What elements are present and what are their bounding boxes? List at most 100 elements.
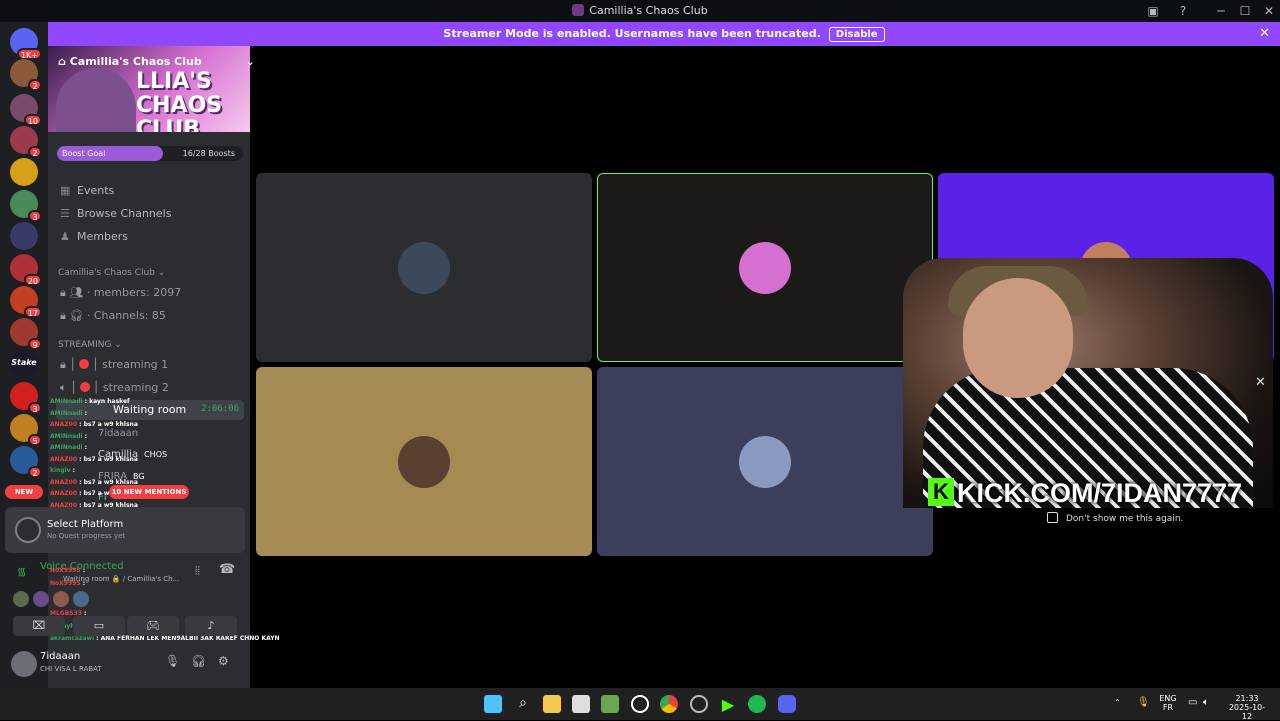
clock-time: 21:33 bbox=[1235, 694, 1259, 703]
server-icon[interactable]: 9 bbox=[10, 318, 42, 350]
user-panel: 7idaaan CHI VISA L RABAT 🎙︎ 🎧︎ ⚙ bbox=[5, 645, 245, 681]
minimize-button[interactable]: ─ bbox=[1213, 3, 1229, 19]
app-icon[interactable] bbox=[601, 695, 619, 713]
chevron-up-icon[interactable]: ⌃ bbox=[1114, 698, 1121, 707]
participant-avatar bbox=[739, 241, 791, 294]
channel-label: streaming 2 bbox=[102, 381, 169, 394]
server-icon[interactable]: Stake bbox=[10, 350, 38, 378]
close-icon[interactable]: ✕ bbox=[1255, 375, 1266, 390]
avatar[interactable] bbox=[53, 591, 69, 607]
disable-button[interactable]: Disable bbox=[828, 27, 885, 42]
live-dot-icon bbox=[78, 359, 89, 369]
channel-streaming-1[interactable]: 🔒︎ │ │ streaming 1 bbox=[60, 358, 168, 372]
maximize-button[interactable]: ☐ bbox=[1237, 3, 1253, 19]
help-icon[interactable]: ? bbox=[1175, 3, 1191, 19]
chat-line: akramcazawi : ANA FERHAN LEK MEN9ALBII 3… bbox=[50, 635, 280, 642]
server-icon[interactable]: 1K+ bbox=[10, 28, 42, 60]
chrome-icon[interactable] bbox=[660, 695, 678, 713]
chat-username: AMINnadi bbox=[50, 444, 83, 451]
server-icon[interactable] bbox=[10, 222, 38, 250]
inbox-icon[interactable]: ▣ bbox=[1145, 3, 1161, 19]
channel-streaming-2[interactable]: 🔈︎ │ │ streaming 2 bbox=[60, 381, 169, 395]
unread-badge: 17 bbox=[23, 306, 42, 318]
nav-members[interactable]: ♟ Members bbox=[60, 230, 128, 243]
activity-button[interactable]: 🎮︎ bbox=[127, 616, 179, 636]
voice-location[interactable]: Waiting room 🔒 / Camillia's Ch... bbox=[63, 575, 179, 583]
video-tile[interactable] bbox=[256, 367, 592, 556]
server-icon[interactable] bbox=[10, 158, 38, 186]
volume-icon[interactable]: 🔈︎ bbox=[1203, 697, 1209, 708]
clock[interactable]: 21:33 2025-10-12 bbox=[1224, 694, 1270, 721]
search-icon[interactable]: ⌕ bbox=[514, 695, 532, 713]
server-icon[interactable]: 5 bbox=[10, 414, 42, 446]
dont-show-checkbox[interactable]: Don't show me this again. bbox=[1047, 512, 1183, 524]
kick-app-icon[interactable]: ▶ bbox=[719, 695, 737, 714]
unread-badge: 2 bbox=[28, 466, 42, 478]
headphones-icon[interactable]: 🎧︎ bbox=[191, 654, 206, 668]
kick-overlay: K KICK.COM/7IDAN7777 bbox=[928, 478, 1268, 510]
channel-label: Channels: 85 bbox=[93, 309, 166, 322]
chat-line: kingiv : bbox=[50, 467, 75, 474]
nav-browse-channels[interactable]: ☰ Browse Channels bbox=[60, 207, 171, 220]
username[interactable]: 7idaaan bbox=[40, 651, 80, 662]
channel-members-count[interactable]: 🔒︎ 👥︎ · members: 2097 bbox=[60, 286, 181, 300]
video-tile[interactable] bbox=[597, 367, 933, 556]
chat-separator: : bbox=[70, 467, 76, 474]
server-icon[interactable]: 2 bbox=[10, 126, 42, 158]
window-title: Camillia's Chaos Club bbox=[0, 4, 1280, 17]
noise-suppression-icon[interactable]: ⦙⦙ bbox=[195, 564, 200, 578]
file-explorer-icon[interactable] bbox=[543, 695, 561, 713]
webcam-face bbox=[963, 278, 1073, 398]
server-icon[interactable]: 2 bbox=[10, 446, 42, 478]
server-icon[interactable]: 3 bbox=[10, 190, 42, 222]
chat-message: ANA FERHAN LEK MEN9ALBII 3AK RAREF CHNO … bbox=[100, 635, 280, 642]
server-icon[interactable]: 20 bbox=[10, 254, 42, 286]
channel-label: members: 2097 bbox=[93, 286, 182, 299]
microphone-icon[interactable]: 🎙︎ bbox=[1137, 697, 1150, 708]
obs-icon[interactable] bbox=[631, 695, 649, 713]
video-tile[interactable] bbox=[597, 173, 933, 362]
windows-start-icon[interactable] bbox=[484, 695, 502, 713]
language-indicator[interactable]: ENG FR bbox=[1156, 694, 1180, 712]
server-icon[interactable]: 2 bbox=[10, 59, 42, 91]
store-icon[interactable] bbox=[572, 695, 590, 713]
close-icon[interactable]: ✕ bbox=[1259, 26, 1270, 41]
guild-header[interactable]: ⌂ Camillia's Chaos Club ⌄ bbox=[58, 55, 255, 68]
close-window-button[interactable]: ✕ bbox=[1261, 3, 1277, 19]
unread-badge: 2 bbox=[28, 79, 42, 91]
avatar[interactable] bbox=[33, 591, 49, 607]
chat-separator: : bbox=[77, 421, 84, 428]
channel-count[interactable]: 🔒︎ 🎧︎ · Channels: 85 bbox=[60, 309, 166, 323]
mentions-pill[interactable]: 10 NEW MENTIONS bbox=[109, 485, 189, 499]
avatar[interactable] bbox=[73, 591, 89, 607]
server-icon[interactable]: 17 bbox=[10, 286, 42, 318]
discord-icon[interactable] bbox=[778, 695, 796, 713]
spotify-icon[interactable] bbox=[748, 695, 766, 713]
voice-user-name: 7idaaan bbox=[98, 428, 139, 439]
members-icon: ♟ bbox=[60, 230, 70, 243]
disconnect-icon[interactable]: ☎ bbox=[219, 562, 235, 577]
chat-username: kingiv bbox=[50, 467, 71, 474]
avatar[interactable] bbox=[11, 651, 37, 677]
microphone-icon[interactable]: 🎙︎ bbox=[165, 654, 180, 668]
settings-gear-icon[interactable]: ⚙ bbox=[218, 654, 229, 668]
video-tile[interactable] bbox=[256, 173, 592, 362]
category-header-streaming[interactable]: STREAMING ⌄ bbox=[58, 340, 122, 350]
unread-badge: 3 bbox=[28, 210, 42, 222]
category-label: Camillia's Chaos Club bbox=[58, 268, 155, 278]
server-icon[interactable]: 10 bbox=[10, 94, 42, 126]
new-pill[interactable]: NEW bbox=[5, 485, 43, 499]
platform-subtitle: No Quest progress yet bbox=[47, 532, 126, 540]
category-header[interactable]: Camillia's Chaos Club ⌄ bbox=[58, 268, 165, 278]
camera-off-button[interactable]: ⌧ bbox=[13, 616, 65, 636]
network-icon[interactable]: ▭ bbox=[1188, 697, 1197, 708]
boost-goal-bar[interactable]: Boost Goal 16/28 Boosts bbox=[57, 146, 243, 161]
voice-user[interactable]: 7idaaan bbox=[98, 428, 138, 439]
quest-platform-panel[interactable]: Select Platform No Quest progress yet bbox=[5, 507, 245, 553]
avatar[interactable] bbox=[13, 591, 29, 607]
soundboard-button[interactable]: ♪ bbox=[185, 616, 237, 636]
nav-events[interactable]: ▦ Events bbox=[60, 184, 114, 197]
app-icon[interactable] bbox=[690, 695, 708, 713]
server-icon[interactable]: 3 bbox=[10, 382, 42, 414]
screen-share-button[interactable]: ▭ bbox=[73, 616, 125, 636]
